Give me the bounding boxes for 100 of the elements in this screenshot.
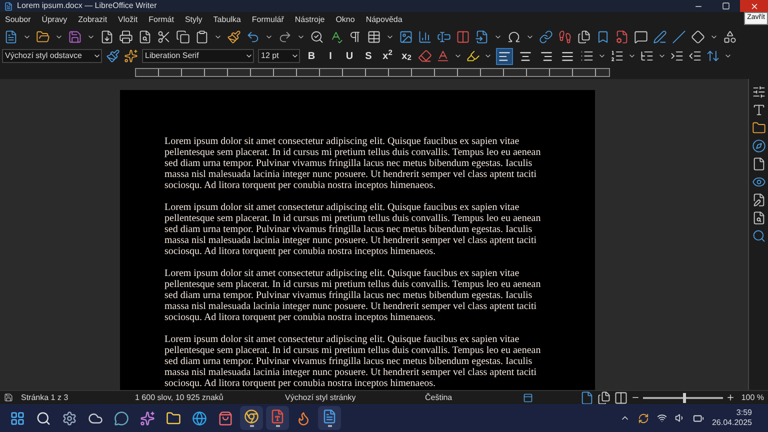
track-changes-icon[interactable]: [653, 30, 667, 44]
book-view-icon[interactable]: [614, 390, 628, 404]
new-document-icon[interactable]: [4, 30, 18, 44]
special-character-icon[interactable]: [507, 30, 521, 44]
redo-icon[interactable]: [278, 30, 292, 44]
multi-page-view-icon[interactable]: [597, 390, 612, 404]
menu-item[interactable]: Tabulka: [213, 14, 241, 26]
align-justify-icon: [561, 50, 574, 62]
menu-item[interactable]: Nápověda: [366, 14, 402, 26]
page-icon[interactable]: [752, 157, 766, 171]
font-color-icon[interactable]: [436, 49, 450, 63]
print-preview-icon[interactable]: [138, 30, 152, 44]
align-left-icon: [498, 50, 511, 62]
indent-decrease-icon[interactable]: [688, 49, 702, 63]
paste-icon[interactable]: [195, 30, 209, 44]
align-center-icon: [519, 50, 532, 62]
zoom-in-icon[interactable]: [726, 393, 736, 402]
indent-increase-icon[interactable]: [670, 49, 684, 63]
menu-item[interactable]: Nástroje: [294, 14, 325, 26]
body-paragraph: Lorem ipsum dolor sit amet consectetur adipiscing elit. Quisque faucibus ex sapien vitae pellentesque sem placerat. In id cursus mi pretium tellus duis convallis. Tempus leo eu aenean sed diam urna tempor. Pulvinar vivamus fringilla lacus nec metus bibendum egestas. Iaculis massa nisl malesuada lacinia integer nunc posuere. Ut hendrerit semper vel class aptent taciti sociosqu. Ad litora torquent per conubia nostra inceptos himenaeos.: [164, 268, 542, 323]
battery-icon[interactable]: [692, 412, 704, 424]
properties-icon[interactable]: [752, 85, 766, 99]
volume-icon[interactable]: [674, 413, 685, 423]
bookmark-icon[interactable]: [596, 30, 610, 44]
shape-icon[interactable]: [691, 30, 705, 44]
copy-icon[interactable]: [176, 30, 190, 44]
menu-item[interactable]: Styly: [184, 14, 202, 26]
find-replace-icon[interactable]: [310, 30, 324, 44]
caret-icon: [245, 52, 253, 60]
highlight-icon[interactable]: [466, 49, 480, 63]
window-title: Lorem ipsum.docx — LibreOffice Writer: [17, 0, 157, 12]
align-button[interactable]: [496, 48, 513, 64]
format-button[interactable]: I: [323, 48, 338, 64]
format-button[interactable]: U: [342, 48, 357, 64]
running-indicator: [250, 425, 254, 427]
caret-icon[interactable]: [454, 52, 462, 60]
menu-item[interactable]: Okno: [336, 14, 355, 26]
menu-item[interactable]: Zobrazit: [78, 14, 108, 26]
find-icon[interactable]: [752, 229, 766, 243]
caret-icon[interactable]: [724, 52, 732, 60]
zoom-thumb[interactable]: [683, 392, 686, 402]
clock-time[interactable]: 3:59: [736, 408, 752, 418]
line-icon[interactable]: [672, 30, 686, 44]
numbered-list-icon[interactable]: [610, 49, 624, 63]
folder-icon: [166, 410, 181, 426]
single-page-view-icon[interactable]: [580, 390, 594, 404]
paragraph-style-field[interactable]: Výchozí styl odstavce: [2, 49, 102, 63]
print-icon[interactable]: [119, 30, 133, 44]
search-icon: [36, 410, 51, 426]
format-button[interactable]: S: [361, 48, 376, 64]
save-icon[interactable]: [68, 30, 82, 44]
font-size-field[interactable]: 12 pt: [258, 49, 300, 63]
maximize-icon: [722, 2, 730, 10]
word-count: 1 600 slov, 10 925 znaků: [135, 392, 224, 404]
chart-icon[interactable]: [418, 30, 432, 44]
clock-date[interactable]: 26.04.2025: [712, 418, 752, 428]
sync-icon[interactable]: [638, 412, 649, 424]
format-button[interactable]: x$^{2}$: [380, 48, 395, 64]
language: Čeština: [425, 392, 454, 404]
taskbar-app[interactable]: [240, 406, 263, 430]
document-modified-icon: [4, 393, 13, 402]
zoom-percent: 100 %: [741, 392, 764, 404]
menu-item[interactable]: Formát: [148, 14, 174, 26]
undo-icon[interactable]: [246, 30, 260, 44]
clear-formatting-icon[interactable]: [418, 49, 432, 63]
font-name-field[interactable]: Liberation Serif: [142, 49, 254, 63]
body-paragraph: Lorem ipsum dolor sit amet consectetur adipiscing elit. Quisque faucibus ex sapien vitae pellentesque sem placerat. In id cursus mi pretium tellus duis convallis. Tempus leo eu aenean sed diam urna tempor. Pulvinar vivamus fringilla lacus nec metus bibendum egestas. Iaculis massa nisl malesuada lacinia integer nunc posuere. Ut hendrerit semper vel class aptent taciti sociosqu. Ad litora torquent per conubia nostra inceptos himenaeos.: [164, 136, 542, 191]
caret-icon[interactable]: [628, 52, 636, 60]
cut-icon[interactable]: [157, 30, 171, 44]
hyperlink-icon[interactable]: [539, 30, 553, 44]
body-paragraph: Lorem ipsum dolor sit amet consectetur adipiscing elit. Quisque faucibus ex sapien vitae pellentesque sem placerat. In id cursus mi pretium tellus duis convallis. Tempus leo eu aenean sed diam urna tempor. Pulvinar vivamus fringilla lacus nec metus bibendum egestas. Iaculis massa nisl malesuada lacinia integer nunc posuere. Ut hendrerit semper vel class aptent taciti sociosqu. Ad litora torquent per conubia nostra inceptos himenaeos.: [164, 202, 542, 257]
caret-icon[interactable]: [658, 52, 666, 60]
styles-icon[interactable]: [752, 103, 766, 117]
line-spacing-icon[interactable]: [706, 49, 720, 63]
comment-icon[interactable]: [634, 30, 648, 44]
menu-item[interactable]: Formulář: [252, 14, 284, 26]
writer-logo-icon: [4, 2, 13, 10]
page-style: Výchozí styl stránky: [285, 392, 357, 404]
body-paragraph: Lorem ipsum dolor sit amet consectetur adipiscing elit. Quisque faucibus ex sapien vitae pellentesque sem placerat. In id cursus mi pretium tellus duis convallis. Tempus leo eu aenean sed diam urna tempor. Pulvinar vivamus fringilla lacus nec metus bibendum egestas. Iaculis massa nisl malesuada lacinia integer nunc posuere. Ut hendrerit semper vel class aptent taciti sociosqu. Ad litora torquent per conubia nostra inceptos himenaeos.: [164, 334, 542, 389]
wifi-icon[interactable]: [656, 413, 667, 423]
navigator-icon[interactable]: [752, 139, 766, 153]
spellcheck-icon[interactable]: [329, 30, 343, 44]
taskbar-app[interactable]: [318, 406, 341, 430]
table-icon[interactable]: [367, 30, 381, 44]
image-icon[interactable]: [399, 30, 413, 44]
page-count: Stránka 1 z 3: [21, 392, 70, 404]
format-button[interactable]: B: [304, 48, 319, 64]
caret-icon: [93, 52, 101, 60]
pilcrow-icon[interactable]: [348, 30, 362, 44]
menu-item[interactable]: Vložit: [118, 14, 138, 26]
menu-item[interactable]: Soubor: [5, 14, 31, 26]
settings-icon: [62, 410, 77, 426]
menu-item[interactable]: Úpravy: [42, 14, 68, 26]
format-button[interactable]: x$_{2}$: [399, 48, 414, 64]
draw-shapes-icon[interactable]: [723, 30, 737, 44]
caret-icon[interactable]: [484, 52, 492, 60]
outline-list-icon[interactable]: [640, 49, 654, 63]
caret-icon[interactable]: [598, 52, 606, 60]
open-folder-icon[interactable]: [36, 30, 50, 44]
close-icon: [750, 2, 758, 10]
